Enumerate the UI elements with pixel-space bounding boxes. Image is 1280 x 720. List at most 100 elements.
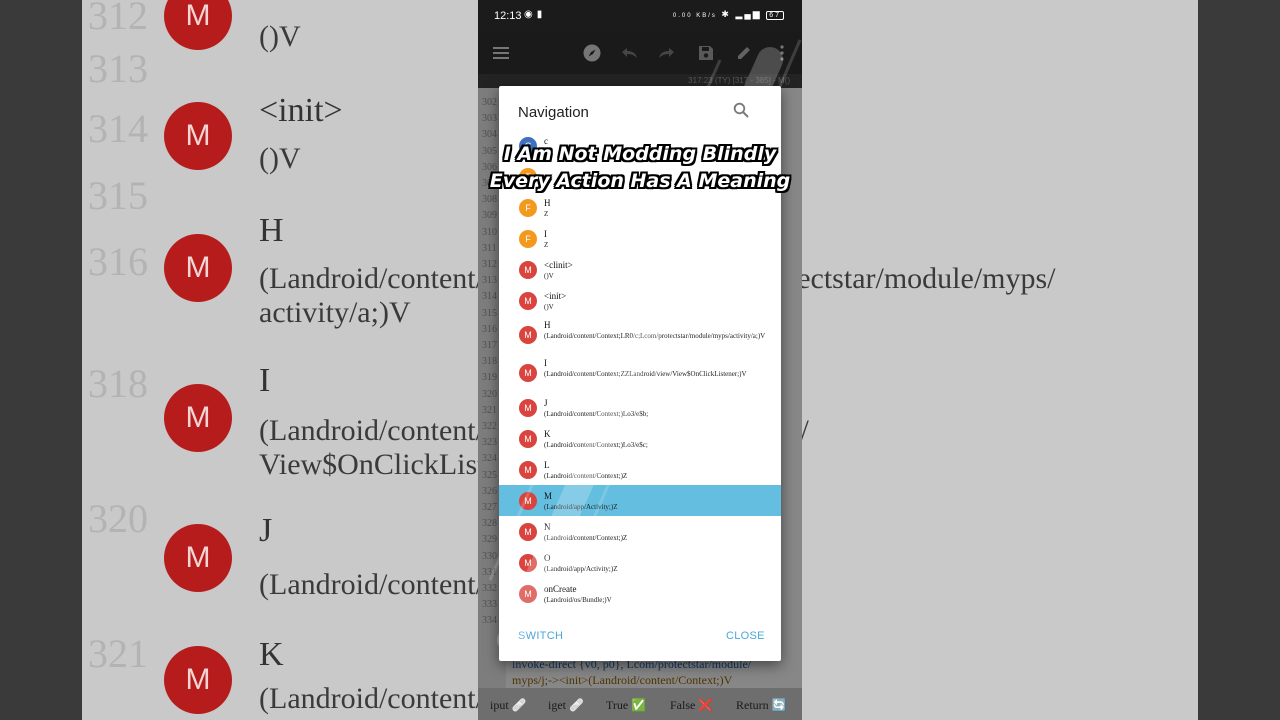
nav-item[interactable]: FIZ [499, 223, 781, 254]
nav-item[interactable]: M O (Landroid/app/Activity;)Z [499, 547, 781, 578]
nav-item[interactable]: M N (Landroid/content/Context;)Z [499, 516, 781, 547]
background-line-number: 313 [88, 46, 148, 91]
nav-item[interactable]: M L (Landroid/content/Context;)Z [499, 454, 781, 485]
nav-item-name: O [544, 553, 551, 563]
background-line-number: 316 [88, 239, 148, 284]
nav-item[interactable]: M <init> ()V [499, 285, 781, 316]
nav-item-signature: ()V [544, 303, 554, 311]
navigation-list: Cc F F H Z F I Z M <clinit> ()V M <init> ()V M H (Landro… [499, 134, 781, 612]
nav-item-name: J [544, 398, 548, 408]
nav-item-signature: ()V [544, 272, 554, 280]
nav-item-signature: Z [544, 241, 549, 249]
background-method-name: <init> [259, 92, 343, 129]
background-left-edge [0, 0, 82, 720]
method-badge: M [519, 291, 537, 310]
nav-item-name: N [544, 522, 551, 532]
notification-icon: ◉ [524, 9, 537, 20]
nav-item-name: L [544, 460, 550, 470]
nav-item[interactable]: MonCreate (Landroid/os/Bundle;)V [499, 578, 781, 609]
nav-item-signature: Z [544, 210, 549, 218]
background-signature-cont: activity/a;)V [259, 296, 411, 329]
return-button[interactable]: Return 🔄 [736, 698, 787, 713]
background-method-badge: M [164, 234, 232, 302]
false-button[interactable]: False ❌ [670, 698, 713, 713]
iget-button[interactable]: iget 🩹 [548, 698, 584, 713]
bluetooth-icon: ✱ [721, 9, 731, 19]
background-method-badge: M [164, 384, 232, 452]
field-badge: F [519, 198, 537, 217]
battery-icon: 67 [766, 11, 784, 20]
background-method-badge: M [164, 524, 232, 592]
true-button[interactable]: True ✅ [606, 698, 646, 713]
nav-item-name: I [544, 229, 547, 239]
background-line-number: 321 [88, 631, 148, 676]
caption-line-1: I Am Not Modding Blindly [503, 143, 777, 165]
nav-item[interactable]: M <clinit> ()V [499, 254, 781, 285]
nav-item[interactable]: M H (Landroid/content/Context;LR0/c;Lcom/p… [499, 316, 781, 354]
quick-patch-bar: iput 🩹 iget 🩹 True ✅ False ❌ Return 🔄 [478, 688, 802, 720]
nav-item[interactable]: M K (Landroid/content/Context;)Lo3/e$c; [499, 423, 781, 454]
nav-item-name: onCreate [544, 584, 577, 594]
method-badge: M [519, 398, 537, 417]
nav-item-signature: (Landroid/content/Context;)Lo3/e$c; [544, 441, 648, 449]
nav-item-signature: (Landroid/os/Bundle;)V [544, 596, 612, 604]
nav-item-name: <init> [544, 291, 567, 301]
close-button[interactable]: CLOSE [726, 630, 765, 642]
background-method-name: H [259, 212, 284, 249]
nav-item[interactable]: M M (Landroid/app/Activity;)Z [499, 485, 781, 516]
nav-item-signature: (Landroid/content/Context;LR0/c;Lcom/pro… [544, 332, 766, 340]
net-speed: 0.00 KB/s [672, 13, 717, 19]
background-method-name: K [259, 636, 284, 673]
method-badge: M [519, 364, 537, 382]
method-badge: M [519, 491, 537, 510]
nav-item-signature: (Landroid/content/Context;)Z [544, 472, 628, 480]
nav-item-name: H [544, 198, 551, 208]
status-time: 12:13 [494, 10, 522, 22]
switch-button[interactable]: SWITCH [518, 630, 563, 642]
notification-icons: ◉▮ [524, 9, 546, 20]
dialog-title: Navigation [518, 104, 589, 121]
video-icon: ▮ [536, 9, 547, 20]
background-right-edge [1198, 0, 1280, 720]
background-method-badge: M [164, 0, 232, 50]
background-method-name: I [259, 362, 271, 399]
caption-line-2: Every Action Has A Meaning [489, 170, 791, 192]
nav-item[interactable]: M I (Landroid/content/Context;ZZLandroid/v… [499, 354, 781, 392]
background-method-name: J [259, 512, 273, 549]
iput-button[interactable]: iput 🩹 [490, 698, 527, 713]
background-line-number: 312 [88, 0, 148, 38]
background-line-number: 315 [88, 173, 148, 218]
background-signature: ()V [259, 142, 301, 175]
nav-item-name: H [544, 320, 551, 330]
status-right: 0.00 KB/s ✱ ▂▄▆ 67 [673, 9, 784, 20]
background-method-badge: M [164, 646, 232, 714]
method-badge: M [519, 522, 537, 541]
background-signature: ()V [259, 20, 301, 53]
background-method-badge: M [164, 102, 232, 170]
phone-screen: 12:13 ◉▮ 0.00 KB/s ✱ ▂▄▆ 67 317:23 (TY) … [478, 0, 802, 720]
status-bar: 12:13 ◉▮ 0.00 KB/s ✱ ▂▄▆ 67 [478, 0, 802, 32]
nav-item[interactable]: FHZ [499, 192, 781, 223]
method-badge: M [519, 553, 537, 572]
nav-item-signature: (Landroid/content/Context;ZZLandroid/vie… [544, 370, 747, 378]
nav-item-signature: (Landroid/app/Activity;)Z [544, 503, 618, 511]
method-badge: M [519, 260, 537, 279]
nav-item[interactable]: M J (Landroid/content/Context;)Lo3/e$b; [499, 392, 781, 423]
search-icon[interactable] [733, 102, 751, 120]
nav-item-name: <clinit> [544, 260, 573, 270]
method-badge: M [519, 326, 537, 344]
nav-item-signature: (Landroid/content/Context;)Lo3/e$b; [544, 410, 649, 418]
method-badge: M [519, 460, 537, 479]
background-line-number: 318 [88, 361, 148, 406]
background-line-number: 320 [88, 496, 148, 541]
field-badge: F [519, 229, 537, 248]
nav-item-name: I [544, 358, 547, 368]
nav-item-name: M [544, 491, 553, 501]
nav-item-name: K [544, 429, 551, 439]
signal-icon: ▂▄▆ [735, 9, 762, 19]
nav-item-signature: (Landroid/content/Context;)Z [544, 534, 628, 542]
method-badge: M [519, 429, 537, 448]
background-line-number: 314 [88, 106, 148, 151]
method-badge: M [519, 584, 537, 603]
nav-item-signature: (Landroid/app/Activity;)Z [544, 565, 618, 573]
